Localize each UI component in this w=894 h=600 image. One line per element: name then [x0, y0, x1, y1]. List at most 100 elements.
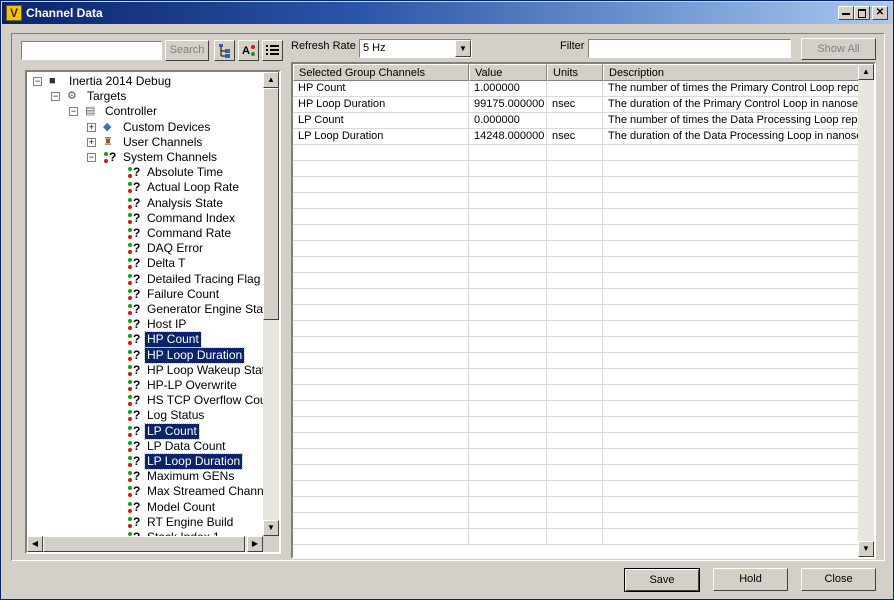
tree-item-channel[interactable]: ? RT Engine Build	[27, 515, 263, 530]
table-row[interactable]	[293, 321, 859, 337]
tree-item-channel[interactable]: ? DAQ Error	[27, 241, 263, 256]
channel-icon: ?	[127, 348, 143, 363]
table-row[interactable]	[293, 529, 859, 545]
expand-icon[interactable]: +	[87, 137, 96, 147]
tree-hscrollbar[interactable]: ◀ ▶	[27, 536, 263, 552]
table-row[interactable]	[293, 145, 859, 161]
table-row[interactable]	[293, 193, 859, 209]
minimize-button[interactable]	[838, 6, 854, 20]
tree-vscrollbar[interactable]: ▲ ▼	[263, 72, 279, 536]
maximize-button[interactable]	[854, 6, 870, 20]
close-button[interactable]: Close	[801, 568, 876, 591]
table-row[interactable]: HP Loop Duration 99175.000000 nsec The dura…	[293, 97, 859, 113]
tree-item-channel[interactable]: ? HS TCP Overflow Count	[27, 393, 263, 408]
scroll-left-icon[interactable]: ◀	[27, 536, 43, 552]
tree-view-button[interactable]	[214, 40, 235, 61]
collapse-icon[interactable]: −	[51, 92, 60, 102]
table-row[interactable]	[293, 177, 859, 193]
table-row[interactable]	[293, 401, 859, 417]
table-row[interactable]	[293, 209, 859, 225]
tree-item-channel[interactable]: ? Actual Loop Rate	[27, 180, 263, 195]
tree-item-channel[interactable]: ? Command Index	[27, 211, 263, 226]
tree-node[interactable]: − ▤ Controller	[27, 104, 263, 119]
scroll-up-icon[interactable]: ▲	[263, 72, 279, 88]
scroll-down-icon[interactable]: ▼	[263, 520, 279, 536]
tree-item-channel[interactable]: ? LP Loop Duration	[27, 453, 263, 470]
tree-item-channel[interactable]: ? Delta T	[27, 256, 263, 271]
tree-item-channel[interactable]: ? HP-LP Overwrite	[27, 378, 263, 393]
table-row[interactable]	[293, 497, 859, 513]
search-button[interactable]: Search	[165, 40, 209, 61]
search-input[interactable]	[21, 41, 162, 60]
table-row[interactable]	[293, 369, 859, 385]
table-row[interactable]	[293, 257, 859, 273]
tree-item-channel[interactable]: ? Absolute Time	[27, 165, 263, 180]
tree-item-channel[interactable]: ? HP Count	[27, 331, 263, 349]
cube-icon: ■	[49, 75, 56, 87]
tree-node[interactable]: + ♜ User Channels	[27, 135, 263, 150]
table-row[interactable]	[293, 225, 859, 241]
tree-item-channel[interactable]: ? LP Count	[27, 422, 263, 440]
column-header-units[interactable]: Units	[547, 64, 603, 81]
table-row[interactable]	[293, 305, 859, 321]
tree-item-channel[interactable]: ? HP Loop Duration	[27, 346, 263, 364]
tree-item-channel[interactable]: ? Generator Engine State	[27, 302, 263, 317]
table-scroll-up-icon[interactable]: ▲	[858, 64, 874, 80]
filter-input[interactable]	[588, 39, 791, 58]
tree-item-channel[interactable]: ? Command Rate	[27, 226, 263, 241]
table-row[interactable]	[293, 481, 859, 497]
sort-alpha-button[interactable]: A	[238, 40, 259, 61]
show-all-button[interactable]: Show All	[801, 38, 876, 60]
tree-item-channel[interactable]: ? Host IP	[27, 317, 263, 332]
tree-item-channel[interactable]: ? Maximum GENs	[27, 469, 263, 484]
tree-node[interactable]: −? System Channels	[27, 150, 263, 165]
table-row[interactable]	[293, 465, 859, 481]
cell-units	[547, 337, 603, 353]
close-window-button[interactable]: ✕	[872, 6, 888, 20]
tree-item-channel[interactable]: ? Failure Count	[27, 287, 263, 302]
column-header-description[interactable]: Description	[603, 64, 859, 81]
title-bar[interactable]: V Channel Data ✕	[2, 2, 892, 24]
list-view-button[interactable]	[262, 40, 283, 61]
table-row[interactable]	[293, 417, 859, 433]
table-row[interactable]: LP Loop Duration 14248.000000 nsec The dura…	[293, 129, 859, 145]
tree-item-channel[interactable]: ? Log Status	[27, 408, 263, 423]
tree-item-channel[interactable]: ? HP Loop Wakeup Status	[27, 363, 263, 378]
tree-node[interactable]: − ■ Inertia 2014 Debug	[27, 74, 263, 89]
column-header-channels[interactable]: Selected Group Channels	[293, 64, 469, 81]
table-row[interactable]	[293, 385, 859, 401]
tree-item-channel[interactable]: ? Detailed Tracing Flag	[27, 272, 263, 287]
table-row[interactable]: LP Count 0.000000 The number of times the …	[293, 113, 859, 129]
table-row[interactable]: HP Count 1.000000 The number of times the …	[293, 81, 859, 97]
table-scroll-down-icon[interactable]: ▼	[858, 541, 874, 557]
chevron-down-icon[interactable]: ▼	[455, 40, 471, 57]
collapse-icon[interactable]: −	[33, 77, 42, 86]
tree-vscroll-thumb[interactable]	[263, 88, 279, 320]
table-row[interactable]	[293, 241, 859, 257]
tree-node[interactable]: − ⚙ Targets	[27, 89, 263, 104]
hold-button[interactable]: Hold	[713, 568, 788, 591]
expand-icon[interactable]: +	[87, 122, 96, 132]
table-row[interactable]	[293, 449, 859, 465]
table-row[interactable]	[293, 353, 859, 369]
collapse-icon[interactable]: −	[87, 153, 96, 162]
table-row[interactable]	[293, 289, 859, 305]
save-button[interactable]: Save	[624, 568, 700, 592]
cell-units	[547, 529, 603, 545]
table-row[interactable]	[293, 161, 859, 177]
table-row[interactable]	[293, 337, 859, 353]
table-row[interactable]	[293, 433, 859, 449]
refresh-rate-select[interactable]: 5 Hz ▼	[359, 39, 472, 58]
collapse-icon[interactable]: −	[69, 107, 78, 117]
tree-item-channel[interactable]: ? Max Streamed Channels	[27, 484, 263, 499]
tree-item-channel[interactable]: ? Model Count	[27, 500, 263, 515]
tree-node[interactable]: + ◆ Custom Devices	[27, 120, 263, 135]
tree-hscroll-thumb[interactable]	[43, 536, 245, 552]
table-row[interactable]	[293, 513, 859, 529]
table-vscrollbar[interactable]: ▲ ▼	[858, 64, 874, 557]
tree-item-channel[interactable]: ? Analysis State	[27, 196, 263, 211]
column-header-value[interactable]: Value	[469, 64, 547, 81]
scroll-right-icon[interactable]: ▶	[247, 536, 263, 552]
tree-item-channel[interactable]: ? LP Data Count	[27, 439, 263, 454]
table-row[interactable]	[293, 273, 859, 289]
